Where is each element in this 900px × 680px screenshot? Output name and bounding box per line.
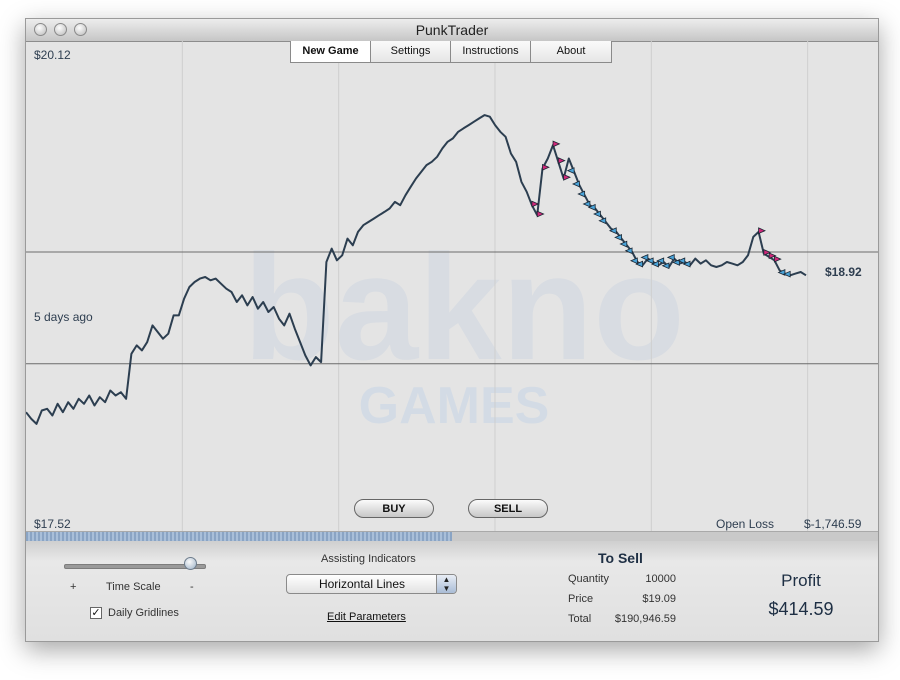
price-low-label: $17.52 [34,517,71,531]
buy-button[interactable]: BUY [354,499,434,518]
arrow-down-icon: ▼ [442,584,451,593]
open-loss-value: $-1,746.59 [804,517,862,531]
sell-trade-marker [542,163,550,171]
time-scale-label: Time Scale [106,581,161,593]
indicator-select[interactable]: Horizontal Lines ▲ ▼ [286,574,457,594]
time-scale-minus: - [190,581,194,593]
sell-trade-marker [557,157,566,165]
watermark: bakno GAMES [243,223,685,435]
sell-trade-marker [563,173,571,181]
sell-button[interactable]: SELL [468,499,548,518]
buy-trade-marker [566,167,575,175]
profit-label: Profit [781,571,821,590]
assisting-indicators-label: Assisting Indicators [321,553,416,565]
quantity-value: 10000 [645,573,676,585]
tab-about[interactable]: About [531,41,611,62]
buy-trade-marker [577,190,586,198]
profit-value: $414.59 [768,599,834,619]
daily-gridlines-checkbox[interactable]: ✓ [90,607,102,619]
current-price-label: $18.92 [825,265,862,279]
sell-trade-marker [536,210,545,218]
quantity-label: Quantity [568,573,609,585]
open-loss-label: Open Loss [716,517,775,531]
sell-trade-marker [552,140,561,148]
indicator-select-value: Horizontal Lines [318,577,406,591]
price-chart-svg: bakno GAMES [26,41,878,531]
time-scrollbar-fill [26,532,452,541]
price-label: Price [568,593,594,605]
arrow-up-icon: ▲ [442,575,451,584]
title-bar[interactable]: PunkTrader [26,19,878,42]
to-sell-title: To Sell [598,550,643,566]
price-high-label: $20.12 [34,48,71,62]
time-ago-label: 5 days ago [34,310,93,324]
daily-gridlines-label: Daily Gridlines [108,607,179,619]
tab-bar: New Game Settings Instructions About [290,41,612,63]
edit-parameters-link[interactable]: Edit Parameters [327,611,406,623]
sell-trade-marker [758,227,766,235]
total-value: $190,946.59 [614,613,676,625]
watermark-games-text: GAMES [359,377,550,435]
price-value: $19.09 [642,593,676,605]
total-label: Total [568,613,592,625]
time-scale-slider-knob[interactable] [184,557,197,570]
buy-trade-marker [582,200,591,208]
tab-new-game[interactable]: New Game [291,41,371,62]
time-scale-plus: + [70,581,77,593]
select-arrows-icon: ▲ ▼ [436,575,456,593]
price-chart[interactable]: bakno GAMES $20.12 5 days ago $18.92 $17… [26,41,878,531]
sell-trade-marker [773,255,782,263]
window-title: PunkTrader [415,22,489,38]
app-window: PunkTrader bakno GAMES $20.12 5 days ago… [25,18,879,642]
tab-instructions[interactable]: Instructions [451,41,531,62]
control-panel: + Time Scale - ✓ Daily Gridlines Assisti… [26,541,878,641]
watermark-logo-text: bakno [243,223,685,391]
buy-trade-marker [571,180,580,188]
tab-settings[interactable]: Settings [371,41,451,62]
